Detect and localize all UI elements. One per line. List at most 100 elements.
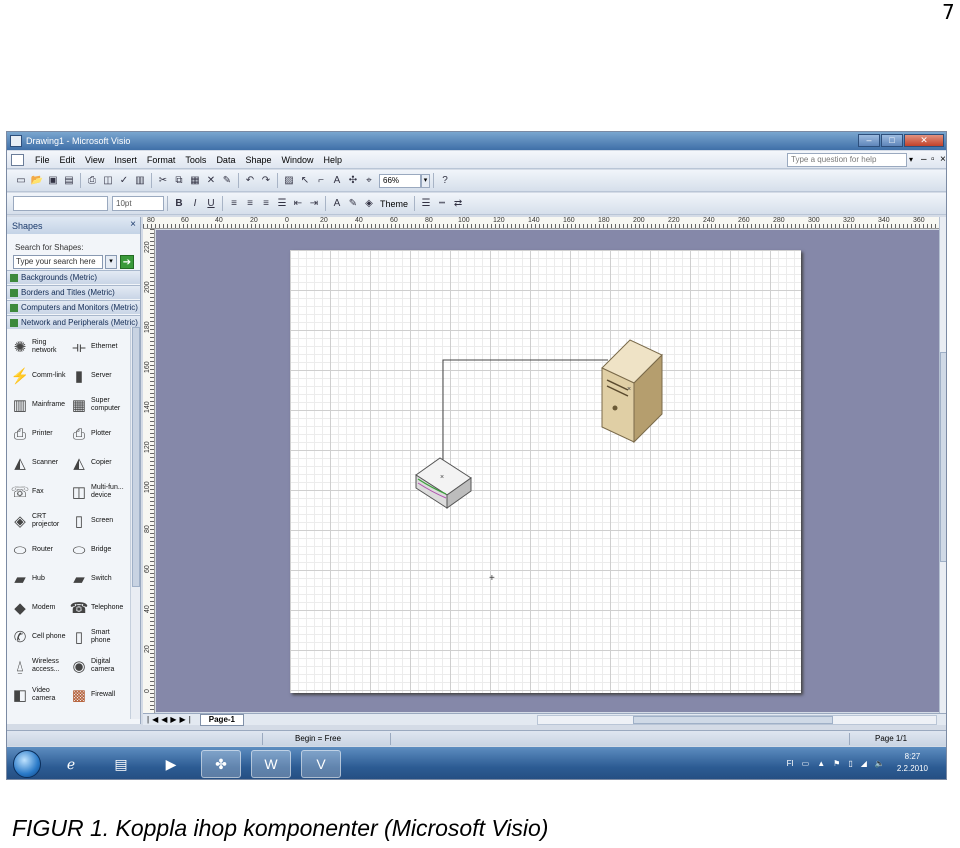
text-tool-icon[interactable]: A [330, 174, 344, 188]
tab-page-1[interactable]: Page-1 [199, 713, 244, 726]
shape-printer[interactable]: ⎙ Printer [10, 422, 72, 446]
zoom-select[interactable]: 66% [379, 173, 421, 188]
server-shape[interactable]: × [601, 339, 663, 444]
keyboard-icon[interactable]: ▭ [802, 759, 810, 768]
fill-color-icon[interactable]: ◈ [362, 197, 376, 211]
doc-minimize-icon[interactable]: – [921, 154, 927, 165]
font-color-icon[interactable]: A [330, 197, 344, 211]
bold-button[interactable]: B [172, 197, 186, 211]
shape-digital-camera[interactable]: ◉ Digital camera [69, 654, 131, 678]
shape-video-camera[interactable]: ◧ Video camera [10, 683, 72, 707]
font-select[interactable] [13, 196, 108, 211]
copy-icon[interactable]: ⧉ [172, 174, 186, 188]
shape-crt-projector[interactable]: ◈ CRT projector [10, 509, 72, 533]
help-icon[interactable]: ? [438, 174, 452, 188]
word-icon[interactable]: W [251, 750, 291, 778]
shape-wireless-access[interactable]: ⍙ Wireless access... [10, 654, 72, 678]
shape-search-input[interactable]: Type your search here [13, 255, 103, 269]
drawing-canvas[interactable]: × × + [156, 230, 939, 712]
font-size-select[interactable]: 10pt [112, 196, 164, 211]
maximize-button[interactable]: □ [881, 134, 903, 147]
print-icon[interactable]: ⎙ [85, 174, 99, 188]
spelling-icon[interactable]: ✓ [117, 174, 131, 188]
stencil-borders[interactable]: Borders and Titles (Metric) [7, 285, 140, 299]
save-icon[interactable]: ▣ [46, 174, 60, 188]
ie-icon[interactable]: ℯ [51, 750, 91, 778]
horizontal-scrollbar-thumb[interactable] [633, 716, 833, 724]
research-icon[interactable]: ▥ [133, 174, 147, 188]
shape-server[interactable]: ▮ Server [69, 364, 131, 388]
pan-zoom-icon[interactable]: ⌖ [362, 174, 376, 188]
switch-shape[interactable]: × [415, 457, 472, 509]
increase-indent-icon[interactable]: ⇥ [307, 197, 321, 211]
media-player-icon[interactable]: ▶ [151, 750, 191, 778]
shapes-scrollbar[interactable] [130, 327, 140, 719]
stencil-backgrounds[interactable]: Backgrounds (Metric) [7, 270, 140, 284]
shape-copier[interactable]: ◭ Copier [69, 451, 131, 475]
delete-icon[interactable]: ✕ [204, 174, 218, 188]
shape-hub[interactable]: ▰ Hub [10, 567, 72, 591]
shape-router[interactable]: ⬭ Router [10, 538, 72, 562]
flag-icon[interactable]: ⚑ [833, 759, 840, 768]
shape-fax[interactable]: ☏ Fax [10, 480, 72, 504]
align-left-icon[interactable]: ≡ [227, 197, 241, 211]
new-icon[interactable]: ▭ [14, 174, 28, 188]
search-go-icon[interactable]: ➔ [120, 255, 134, 269]
shape-smart-phone[interactable]: ▯ Smart phone [69, 625, 131, 649]
drawing-page[interactable]: × × + [290, 250, 801, 693]
shape-firewall[interactable]: ▩ Firewall [69, 683, 131, 707]
vertical-scrollbar-thumb[interactable] [940, 352, 946, 562]
shape-mainframe[interactable]: ▥ Mainframe [10, 393, 72, 417]
zoom-dropdown-icon[interactable]: ▾ [421, 173, 430, 188]
line-pattern-icon[interactable]: ┅ [435, 197, 449, 211]
bullets-icon[interactable]: ☰ [275, 197, 289, 211]
menu-help[interactable]: Help [319, 155, 348, 165]
italic-button[interactable]: I [188, 197, 202, 211]
volume-icon[interactable]: 🔈 [875, 759, 885, 768]
shape-scanner[interactable]: ◭ Scanner [10, 451, 72, 475]
menu-insert[interactable]: Insert [109, 155, 142, 165]
menu-window[interactable]: Window [276, 155, 318, 165]
align-right-icon[interactable]: ≡ [259, 197, 273, 211]
clock[interactable]: 8:27 2.2.2010 [897, 751, 928, 775]
menu-tools[interactable]: Tools [180, 155, 211, 165]
language-indicator[interactable]: FI [787, 759, 794, 768]
align-center-icon[interactable]: ≡ [243, 197, 257, 211]
cut-icon[interactable]: ✂ [156, 174, 170, 188]
print-preview-icon[interactable]: ◫ [101, 174, 115, 188]
doc-restore-icon[interactable]: ▫ [931, 154, 935, 165]
underline-button[interactable]: U [204, 197, 218, 211]
stencil-computers[interactable]: Computers and Monitors (Metric) [7, 300, 140, 314]
line-color-icon[interactable]: ✎ [346, 197, 360, 211]
line-weight-icon[interactable]: ☰ [419, 197, 433, 211]
line-ends-icon[interactable]: ⇄ [451, 197, 465, 211]
messenger-icon[interactable]: ✤ [201, 750, 241, 778]
dynamic-connector[interactable] [442, 359, 608, 475]
permission-icon[interactable]: ▤ [62, 174, 76, 188]
shape-multi-function-device[interactable]: ◫ Multi-fun... device [69, 480, 131, 504]
decrease-indent-icon[interactable]: ⇤ [291, 197, 305, 211]
menu-file[interactable]: File [30, 155, 55, 165]
stencil-network[interactable]: Network and Peripherals (Metric) [7, 315, 140, 329]
start-button[interactable] [13, 750, 41, 778]
show-hidden-icon[interactable]: ▲ [817, 759, 825, 768]
pointer-tool-icon[interactable]: ↖ [298, 174, 312, 188]
undo-icon[interactable]: ↶ [243, 174, 257, 188]
doc-close-icon[interactable]: × [940, 154, 946, 165]
shape-comm-link[interactable]: ⚡ Comm-link [10, 364, 72, 388]
shape-screen[interactable]: ▯ Screen [69, 509, 131, 533]
visio-task-icon[interactable]: V [301, 750, 341, 778]
minimize-button[interactable]: – [858, 134, 880, 147]
shape-plotter[interactable]: ⎙ Plotter [69, 422, 131, 446]
document-icon[interactable] [11, 153, 24, 166]
shape-ethernet[interactable]: ⟛ Ethernet [69, 335, 131, 359]
menu-edit[interactable]: Edit [55, 155, 81, 165]
shapes-window-icon[interactable]: ▨ [282, 174, 296, 188]
menu-view[interactable]: View [80, 155, 109, 165]
help-search-input[interactable]: Type a question for help [787, 153, 907, 167]
battery-icon[interactable]: ▯ [848, 759, 852, 768]
shape-switch[interactable]: ▰ Switch [69, 567, 131, 591]
format-painter-icon[interactable]: ✎ [220, 174, 234, 188]
canvas-vertical-scrollbar[interactable] [939, 217, 946, 713]
help-dropdown-icon[interactable]: ▾ [906, 153, 916, 167]
